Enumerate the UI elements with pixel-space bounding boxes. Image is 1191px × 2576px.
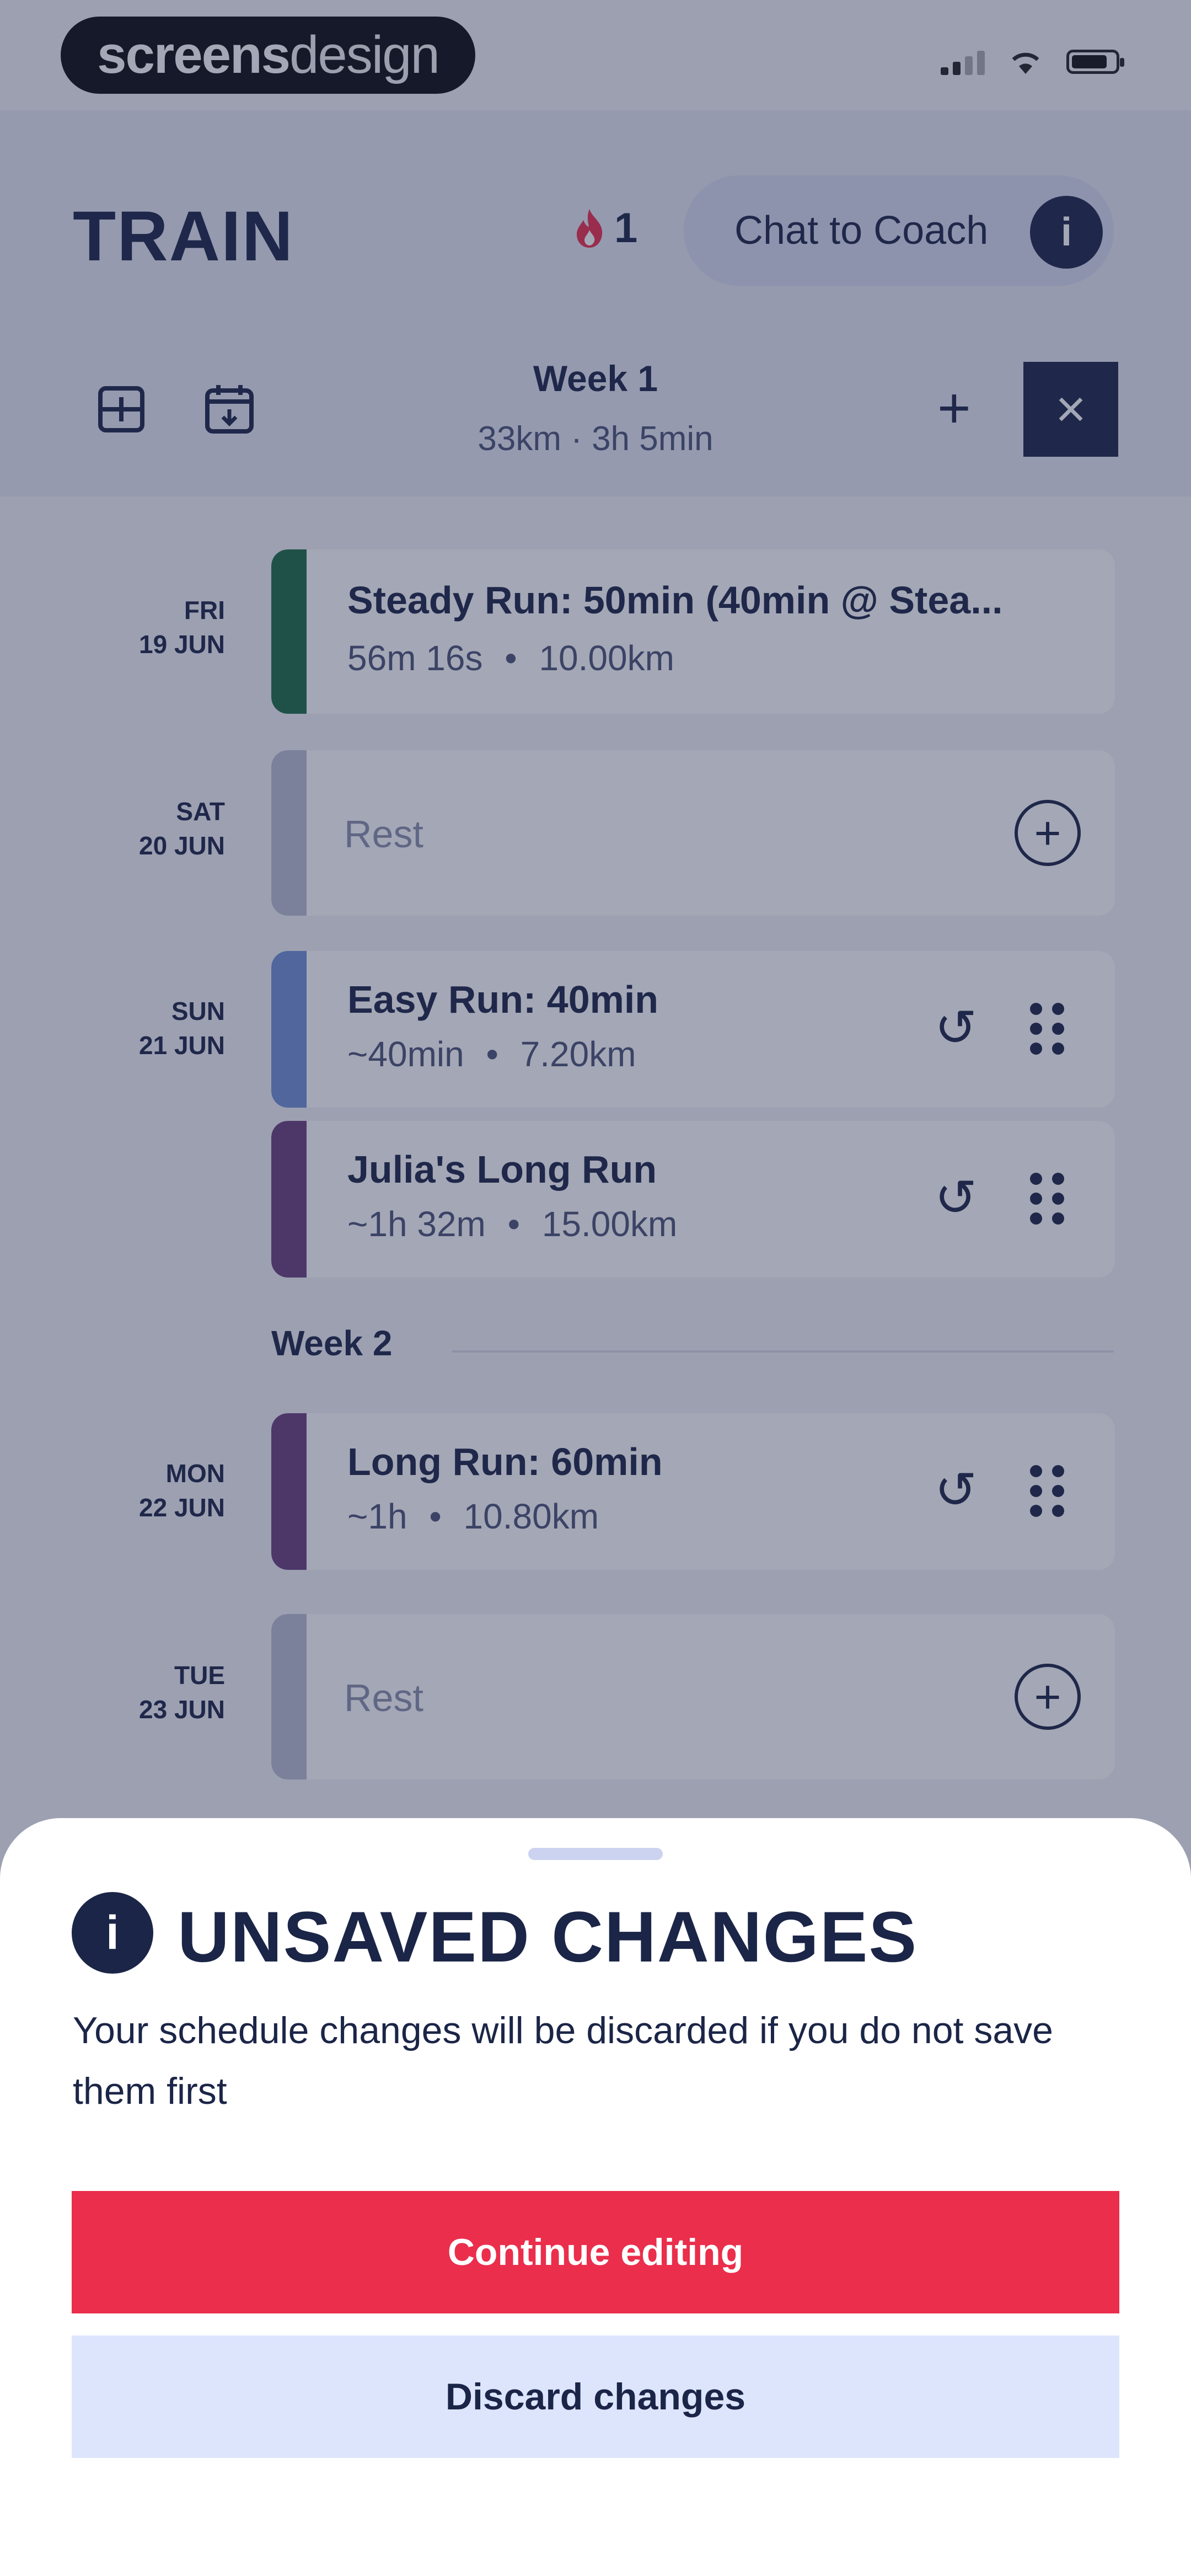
dialog-title: UNSAVED CHANGES [178, 1896, 918, 1977]
discard-changes-button[interactable]: Discard changes [72, 2335, 1119, 2458]
info-icon: i [72, 1892, 153, 1974]
app-screen: screens design TRAIN 1 Chat to Coach i W… [0, 0, 1191, 2576]
unsaved-changes-sheet: i UNSAVED CHANGES Your schedule changes … [0, 1818, 1191, 2576]
sheet-drag-handle[interactable] [528, 1848, 663, 1860]
dialog-message: Your schedule changes will be discarded … [73, 2010, 1053, 2112]
continue-editing-button[interactable]: Continue editing [72, 2191, 1119, 2313]
